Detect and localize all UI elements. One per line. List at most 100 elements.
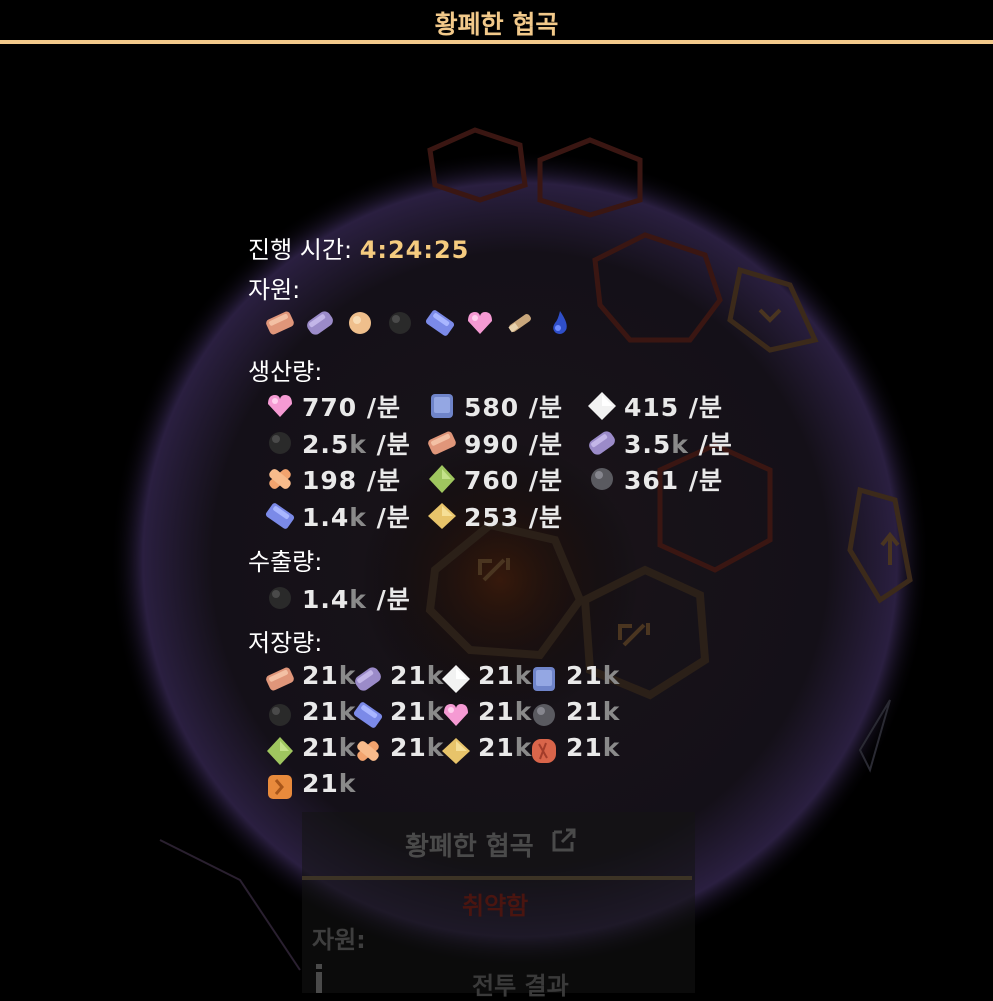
storage-value: 21k [302, 697, 356, 726]
production-value: 770 /분 [302, 388, 401, 424]
production-value: 1.4k /분 [302, 498, 411, 534]
export-unit: /분 [366, 585, 411, 614]
production-amount: 198 [302, 466, 358, 495]
production-amount: 415 [624, 393, 680, 422]
resource-water [544, 306, 576, 344]
divider [302, 876, 692, 880]
underlying-title: 황폐한 협곡 [405, 832, 534, 862]
resources-icon-row [264, 306, 604, 340]
coal-icon [269, 704, 291, 726]
elapsed-value: 4:24:25 [359, 236, 470, 264]
production-value: 2.5k /분 [302, 425, 411, 461]
production-unit: /분 [357, 466, 402, 495]
storage-amount: 21 [302, 769, 339, 798]
page-title: 황폐한 협곡 [434, 10, 559, 39]
production-amount: 760 [464, 466, 520, 495]
mythril-ore-icon [355, 667, 381, 691]
underlying-resources-label: 자원: [312, 926, 366, 954]
export-suffix: k [349, 585, 367, 614]
info-icon[interactable] [312, 962, 326, 993]
production-amount: 580 [464, 393, 520, 422]
resource-mythril-ore [304, 306, 336, 344]
pink-heart-icon [444, 704, 468, 726]
water-icon [553, 311, 567, 334]
blue-block-icon [431, 394, 453, 418]
elapsed-row: 진행 시간: 4:24:25 [248, 230, 469, 265]
copper-ore-icon [266, 311, 294, 335]
storage-amount: 21 [302, 697, 339, 726]
production-suffix: k [349, 502, 367, 532]
storage-value: 21k [478, 733, 532, 762]
storage-amount: 21 [478, 661, 515, 690]
production-unit: /분 [519, 393, 564, 422]
red-ore-icon [532, 739, 556, 763]
storage-value: 21k [302, 661, 356, 690]
storage-value: 21k [478, 661, 532, 690]
blue-block-icon [533, 667, 555, 691]
production-suffix: k [349, 429, 367, 459]
production-amount: 990 [464, 429, 520, 459]
storage-value: 21k [302, 769, 356, 798]
storage-amount: 21 [390, 697, 427, 726]
storage-value: 21k [566, 661, 620, 690]
export-label: 수출량: [248, 548, 323, 576]
storage-amount: 21 [302, 661, 339, 690]
production-amount: 253 [464, 502, 520, 532]
wood-icon [508, 314, 531, 333]
orange-stripes-icon [269, 469, 291, 489]
copper-ore-icon [428, 431, 456, 454]
production-value: 580 /분 [464, 388, 563, 424]
production-value: 198 /분 [302, 461, 401, 497]
resource-heart-crystal [464, 306, 496, 344]
storage-value: 21k [478, 697, 532, 726]
white-diamond-icon [442, 665, 470, 693]
production-unit: /분 [679, 466, 724, 495]
grey-stone-icon [533, 704, 555, 726]
production-value: 990 /분 [464, 425, 563, 461]
production-unit: /분 [357, 393, 402, 422]
production-value: 3.5k /분 [624, 425, 733, 461]
orange-ore-icon [268, 775, 292, 799]
storage-value: 21k [390, 697, 444, 726]
storage-value: 21k [390, 733, 444, 762]
cobalt-ore-icon [425, 310, 455, 336]
storage-value: 21k [302, 733, 356, 762]
external-link-icon[interactable] [550, 826, 578, 854]
resource-sand [344, 306, 376, 344]
production-unit: /분 [519, 429, 564, 459]
coal-icon [389, 312, 411, 334]
production-suffix: k [671, 429, 689, 459]
resource-cobalt-ore [424, 306, 456, 344]
resource-wood [504, 306, 536, 344]
resource-coal [384, 306, 416, 344]
sand-icon [349, 312, 371, 334]
cobalt-ore-icon [353, 702, 383, 728]
green-diamond-icon [267, 737, 293, 765]
gold-diamond-icon [428, 502, 456, 529]
storage-value: 21k [566, 697, 620, 726]
storage-amount: 21 [478, 697, 515, 726]
storage-suffix: k [338, 769, 357, 798]
storage-amount: 21 [390, 733, 427, 762]
production-unit: /분 [366, 429, 411, 459]
export-amount: 1.4 [302, 585, 350, 614]
cobalt-ore-icon [265, 502, 295, 529]
storage-label: 저장량: [248, 629, 323, 657]
green-diamond-icon [429, 465, 455, 493]
copper-ore-icon [266, 667, 294, 691]
gold-diamond-icon [442, 738, 470, 764]
coal-icon [269, 587, 291, 609]
production-value: 361 /분 [624, 461, 723, 497]
production-amount: 1.4 [302, 502, 350, 532]
production-value: 253 /분 [464, 498, 563, 534]
storage-amount: 21 [566, 733, 603, 762]
elapsed-label: 진행 시간: [248, 236, 353, 264]
underlying-battle-label: 전투 결과 [472, 972, 569, 1000]
production-value: 760 /분 [464, 461, 563, 497]
production-amount: 3.5 [624, 429, 672, 459]
storage-amount: 21 [566, 661, 603, 690]
resources-label: 자원: [248, 276, 301, 304]
storage-suffix: k [602, 733, 621, 762]
resource-copper-ore [264, 306, 296, 344]
production-unit: /분 [679, 393, 724, 422]
